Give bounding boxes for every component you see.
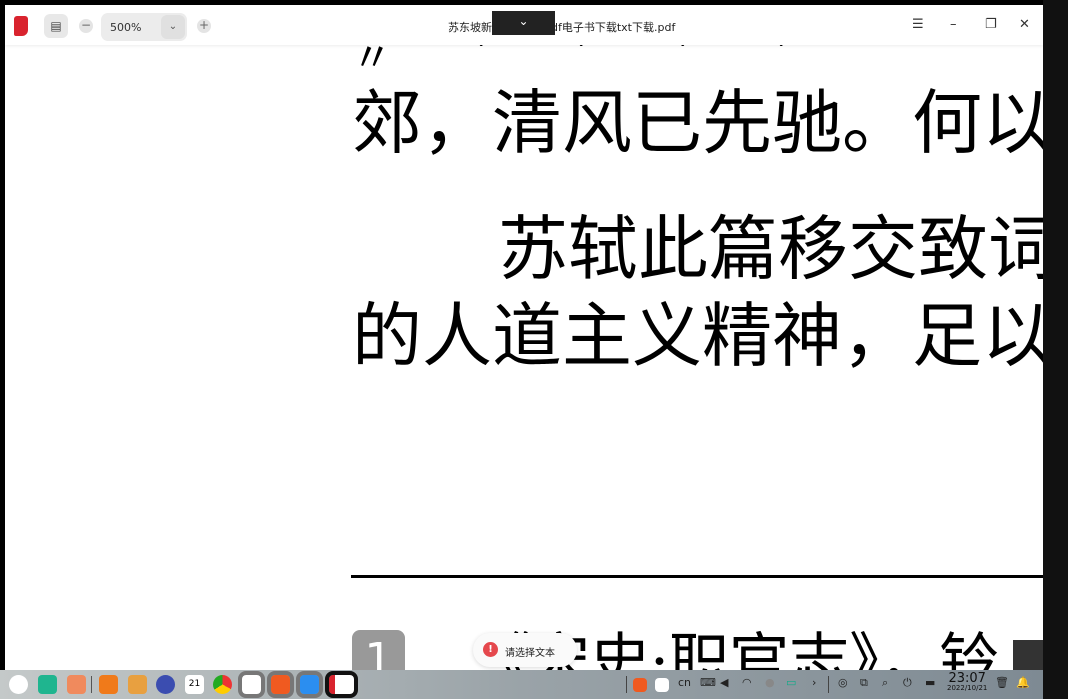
restore-button[interactable]: ❐ (985, 17, 997, 32)
close-button[interactable]: ✕ (1019, 17, 1030, 32)
titlebar-dropdown-button[interactable]: ⌄ (492, 11, 555, 35)
taskbar: 21 cn ⌨ ◀ ◠ ● ▭ › ◎ ⧉ ⌕ ⏻ ▬ 23:07 2022/10… (0, 670, 1043, 699)
text-line: 的人道主义精神，足以 (352, 295, 1043, 377)
baidu-netdisk-icon[interactable] (238, 671, 265, 698)
file-manager-icon[interactable] (38, 675, 57, 694)
app-store-icon[interactable] (99, 675, 118, 694)
launcher-icon[interactable] (9, 675, 28, 694)
title-right: df电子书下载txt下载.pdf (551, 21, 676, 34)
pdf-viewer-window: ▤ − 500% ⌄ + 苏东坡新作 df电子书下载txt下载.pdf ⌄ ☰ – … (5, 5, 1043, 699)
keyboard-icon[interactable]: ⌨ (700, 676, 716, 689)
sidebar-toggle-button[interactable]: ▤ (44, 14, 68, 38)
chrome-icon[interactable] (213, 675, 232, 694)
netdisk-tray-icon[interactable] (655, 678, 669, 692)
notification-bell-icon[interactable]: 🔔 (1016, 676, 1030, 689)
volume-icon[interactable]: ◀ (720, 676, 728, 689)
document-title: 苏东坡新作 df电子书下载txt下载.pdf (448, 19, 675, 35)
footnote-separator (351, 575, 1043, 578)
floating-widget[interactable] (1013, 640, 1043, 670)
error-icon: ! (483, 642, 498, 657)
input-method[interactable]: cn (678, 676, 691, 689)
title-bar: ▤ − 500% ⌄ + 苏东坡新作 df电子书下载txt下载.pdf ⌄ ☰ – … (5, 5, 1043, 45)
trash-icon[interactable]: 🗑 (995, 676, 1009, 689)
minimize-button[interactable]: – (950, 17, 957, 32)
desktop-edge (1043, 0, 1068, 699)
monitor-icon[interactable]: ◎ (838, 676, 848, 689)
battery-icon[interactable]: ▭ (786, 676, 796, 689)
toast-message: 请选择文本 (505, 648, 555, 659)
app-logo-icon (14, 16, 28, 36)
chevron-down-icon[interactable]: ⌄ (161, 15, 185, 39)
expand-tray-icon[interactable]: › (812, 676, 816, 689)
wifi-icon[interactable]: ◠ (742, 676, 752, 689)
image-viewer-icon[interactable] (128, 675, 147, 694)
clock[interactable]: 23:07 2022/10/21 (947, 671, 987, 692)
archive-icon[interactable] (296, 671, 323, 698)
menu-icon[interactable]: ☰ (912, 17, 924, 32)
zoom-in-button[interactable]: + (197, 19, 211, 33)
screenshot-icon[interactable]: ⧉ (860, 676, 868, 690)
zoom-select[interactable]: 500% ⌄ (101, 13, 187, 41)
onscreen-keyboard-icon[interactable]: ▬ (925, 676, 935, 689)
text-line: 苏轼此篇移交致词 (498, 208, 1043, 290)
search-icon[interactable]: ⌕ (882, 676, 888, 690)
clock-date: 2022/10/21 (947, 684, 988, 692)
toast-notification: ! 请选择文本 (473, 633, 577, 667)
text-line: 郊，清风已先驰。何以 (352, 82, 1043, 164)
wps-icon[interactable] (267, 671, 294, 698)
wps-tray-icon[interactable] (633, 678, 647, 692)
bluetooth-icon[interactable]: ● (765, 676, 775, 689)
zoom-out-button[interactable]: − (79, 19, 93, 33)
document-viewer-icon[interactable] (325, 671, 358, 698)
zoom-value: 500% (110, 21, 142, 34)
calendar-icon[interactable]: 21 (185, 675, 204, 694)
multitask-icon[interactable] (67, 675, 86, 694)
power-icon[interactable]: ⏻ (903, 676, 912, 690)
settings-icon[interactable] (156, 675, 175, 694)
